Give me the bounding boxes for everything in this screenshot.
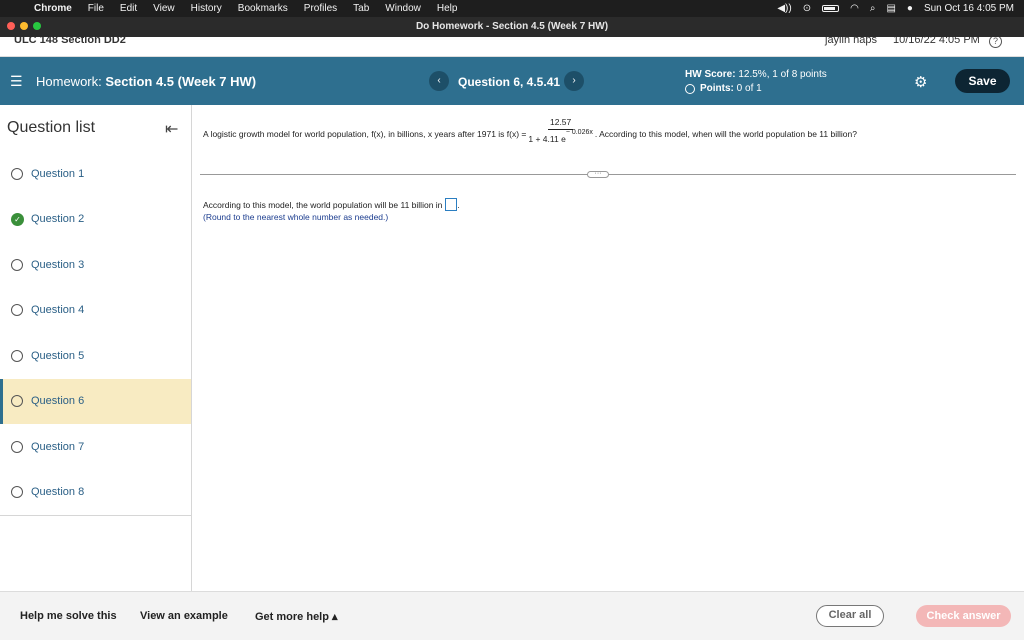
sidebar-divider xyxy=(0,515,191,516)
previous-question-button[interactable]: ‹ xyxy=(429,71,449,91)
wifi-icon[interactable]: ◠ xyxy=(850,3,859,14)
fraction-denominator: 1 + 4.11 e− 0.026x xyxy=(528,129,593,144)
homework-title: Homework: Section 4.5 (Week 7 HW) xyxy=(36,74,256,89)
siri-icon[interactable]: ● xyxy=(907,3,913,14)
sidebar-question-label: Question 6 xyxy=(31,395,85,407)
menu-help[interactable]: Help xyxy=(429,3,466,14)
prompt-start: A logistic growth model for world popula… xyxy=(203,129,527,140)
answer-text: According to this model, the world popul… xyxy=(203,199,443,210)
page-datetime: 10/16/22 4:05 PM xyxy=(893,37,980,46)
homework-title-name: Section 4.5 (Week 7 HW) xyxy=(105,74,257,89)
logistic-fraction: 12.57 1 + 4.11 e− 0.026x xyxy=(528,117,592,144)
course-name: ULC 148 Section DD2 xyxy=(14,37,126,46)
menu-view[interactable]: View xyxy=(145,3,183,14)
window-title: Do Homework - Section 4.5 (Week 7 HW) xyxy=(415,21,609,32)
collapse-sidebar-icon[interactable]: ⇤ xyxy=(165,119,178,139)
sidebar-question-label: Question 4 xyxy=(31,304,85,316)
question-status-circle-icon xyxy=(11,258,23,271)
menu-clock[interactable]: Sun Oct 16 4:05 PM xyxy=(924,3,1014,14)
rounding-hint: (Round to the nearest whole number as ne… xyxy=(203,212,389,222)
volume-icon[interactable]: ◀)) xyxy=(777,3,791,14)
sidebar-question-3[interactable]: Question 3 xyxy=(0,242,191,287)
question-status-circle-icon xyxy=(11,167,23,180)
sidebar-question-6[interactable]: Question 6 xyxy=(0,378,191,424)
clear-all-button[interactable]: Clear all xyxy=(816,605,884,627)
question-list-sidebar: Question list ⇤ Question 1 ✓ Question 2 Que… xyxy=(0,105,192,591)
view-example-button[interactable]: View an example xyxy=(140,610,228,622)
sidebar-question-1[interactable]: Question 1 xyxy=(0,151,191,196)
question-list-title: Question list xyxy=(7,119,96,136)
menu-file[interactable]: File xyxy=(80,3,112,14)
completed-check-icon: ✓ xyxy=(11,212,24,226)
help-me-solve-button[interactable]: Help me solve this xyxy=(20,610,117,622)
window-title-bar: Do Homework - Section 4.5 (Week 7 HW) xyxy=(0,17,1024,37)
settings-gear-icon[interactable]: ⚙ xyxy=(914,73,927,91)
menu-bookmarks[interactable]: Bookmarks xyxy=(230,3,296,14)
question-prompt: A logistic growth model for world popula… xyxy=(203,117,857,148)
answer-end: . xyxy=(457,199,460,210)
sidebar-question-label: Question 7 xyxy=(31,440,85,453)
prompt-end: . According to this model, when will the… xyxy=(594,129,857,140)
menu-tab[interactable]: Tab xyxy=(345,3,377,14)
hw-score-label: HW Score: xyxy=(685,69,736,80)
save-button[interactable]: Save xyxy=(955,69,1010,93)
background-page-strip: ULC 148 Section DD2 jaylin haps 10/16/22… xyxy=(0,37,1024,57)
homework-title-prefix: Homework: xyxy=(36,74,102,89)
help-icon[interactable]: ? xyxy=(989,37,1002,48)
points-status: Points: 0 of 1 xyxy=(685,83,762,94)
user-name: jaylin haps xyxy=(825,37,877,46)
denominator-exponent: − 0.026x xyxy=(565,129,593,136)
answer-sentence: According to this model, the world popul… xyxy=(203,198,460,211)
sidebar-question-5[interactable]: Question 5 xyxy=(0,333,191,378)
hw-score-value: 12.5%, 1 of 8 points xyxy=(738,69,827,80)
question-pane: A logistic growth model for world popula… xyxy=(192,105,1024,591)
hw-score: HW Score: 12.5%, 1 of 8 points xyxy=(685,69,827,80)
menu-edit[interactable]: Edit xyxy=(112,3,145,14)
sidebar-question-label: Question 3 xyxy=(31,258,85,271)
sidebar-question-label: Question 5 xyxy=(31,349,85,362)
get-more-help-button[interactable]: Get more help ▴ xyxy=(255,610,338,623)
question-status-circle-icon xyxy=(11,486,23,498)
denominator-base: 1 + 4.11 e xyxy=(528,133,566,144)
control-center-icon[interactable]: ▤ xyxy=(886,3,895,14)
question-status-circle-icon xyxy=(11,304,23,316)
search-icon[interactable]: ⌕ xyxy=(870,3,876,14)
sidebar-question-8[interactable]: Question 8 xyxy=(0,470,191,515)
status-area: ◀)) ⊙ ◠ ⌕ ▤ ● Sun Oct 16 4:05 PM xyxy=(777,0,1014,17)
sidebar-question-label: Question 1 xyxy=(31,167,85,180)
divider-handle-icon[interactable]: ··· xyxy=(587,170,609,178)
sidebar-question-7[interactable]: Question 7 xyxy=(0,424,191,469)
question-status-circle-icon xyxy=(11,349,23,362)
play-circle-icon[interactable]: ⊙ xyxy=(803,3,811,14)
sidebar-question-label: Question 8 xyxy=(31,486,85,498)
sidebar-question-label: Question 2 xyxy=(31,213,85,225)
next-question-button[interactable]: › xyxy=(564,71,584,91)
points-circle-icon xyxy=(685,83,695,94)
points-value: 0 of 1 xyxy=(736,83,762,94)
points-label: Points: xyxy=(700,83,734,94)
hamburger-menu-icon[interactable]: ☰ xyxy=(10,73,23,90)
check-answer-button[interactable]: Check answer xyxy=(916,605,1011,627)
menu-history[interactable]: History xyxy=(183,3,230,14)
footer-bar: Help me solve this View an example Get m… xyxy=(0,591,1024,640)
question-label: Question 6, 4.5.41 xyxy=(458,75,561,89)
menu-app-name[interactable]: Chrome xyxy=(26,3,80,14)
sidebar-question-4[interactable]: Question 4 xyxy=(0,288,191,333)
battery-icon[interactable] xyxy=(822,5,840,12)
homework-header: ☰ Homework: Section 4.5 (Week 7 HW) ‹ Qu… xyxy=(0,57,1024,105)
menu-window[interactable]: Window xyxy=(377,3,429,14)
sidebar-question-2[interactable]: ✓ Question 2 xyxy=(0,197,191,242)
menu-profiles[interactable]: Profiles xyxy=(296,3,345,14)
question-status-circle-icon xyxy=(11,440,23,453)
answer-input[interactable] xyxy=(445,198,458,211)
question-status-circle-icon xyxy=(11,395,23,407)
macos-menu-bar: Chrome File Edit View History Bookmarks … xyxy=(0,0,1024,17)
